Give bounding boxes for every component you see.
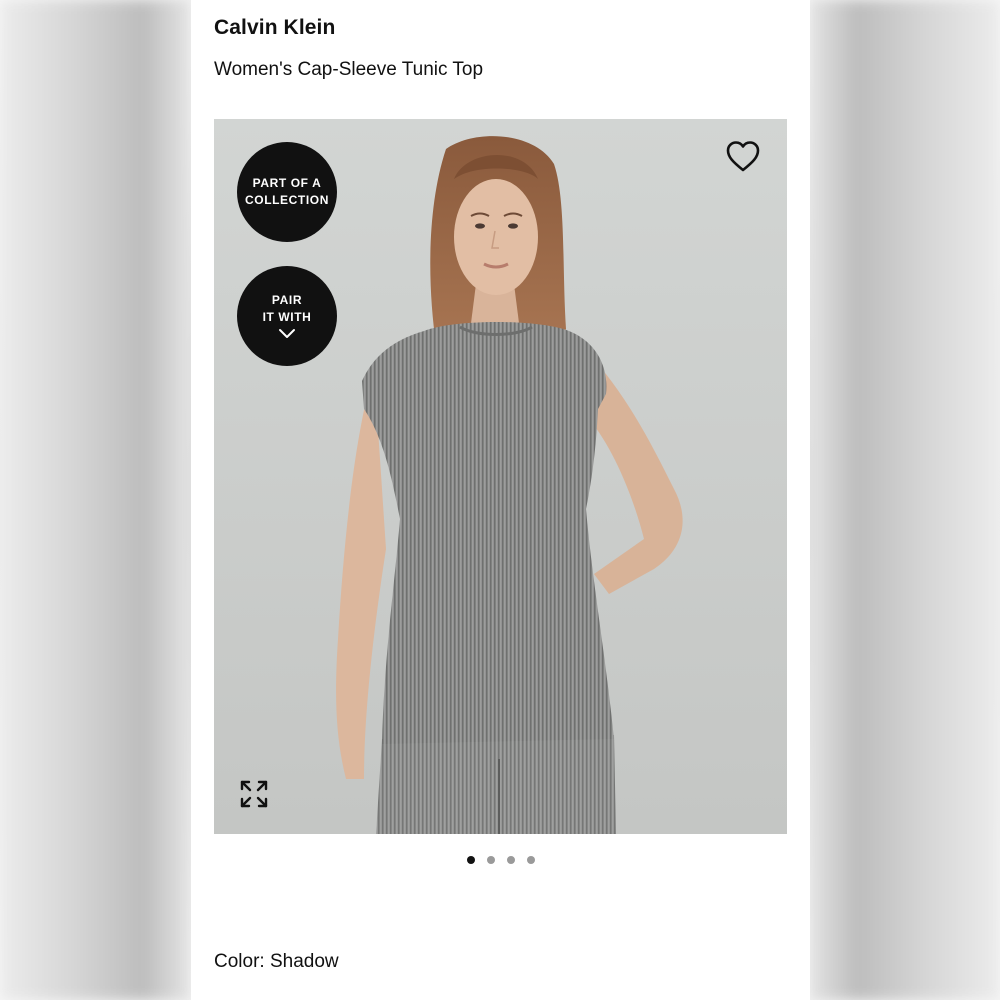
carousel-dot-4[interactable] bbox=[526, 856, 535, 864]
carousel-dot-3[interactable] bbox=[506, 856, 515, 864]
product-panel: Calvin Klein Women's Cap-Sleeve Tunic To… bbox=[191, 0, 810, 1000]
part-of-collection-badge[interactable]: PART OF A COLLECTION bbox=[237, 142, 337, 242]
chevron-down-icon bbox=[279, 329, 295, 338]
carousel-dot-1[interactable] bbox=[466, 856, 475, 864]
blurred-background-right bbox=[810, 0, 1000, 1000]
expand-arrows-icon[interactable] bbox=[238, 778, 270, 810]
brand-name[interactable]: Calvin Klein bbox=[214, 16, 335, 40]
carousel-dots bbox=[191, 856, 810, 864]
product-title: Women's Cap-Sleeve Tunic Top bbox=[214, 59, 484, 80]
badge-pair-line-1: PAIR bbox=[271, 293, 303, 307]
product-image[interactable]: PART OF A COLLECTION PAIR IT WITH bbox=[214, 119, 787, 834]
screen: Calvin Klein Women's Cap-Sleeve Tunic To… bbox=[0, 0, 1000, 1000]
selected-color-label: Color: Shadow bbox=[214, 951, 339, 972]
badge-collection-line-1: PART OF A bbox=[252, 176, 322, 190]
blurred-background-left bbox=[0, 0, 190, 1000]
pair-it-with-button[interactable]: PAIR IT WITH bbox=[237, 266, 337, 366]
badge-pair-line-2: IT WITH bbox=[262, 310, 312, 324]
carousel-dot-2[interactable] bbox=[486, 856, 495, 864]
badge-collection-line-2: COLLECTION bbox=[245, 193, 329, 207]
heart-outline-icon[interactable] bbox=[725, 139, 761, 175]
